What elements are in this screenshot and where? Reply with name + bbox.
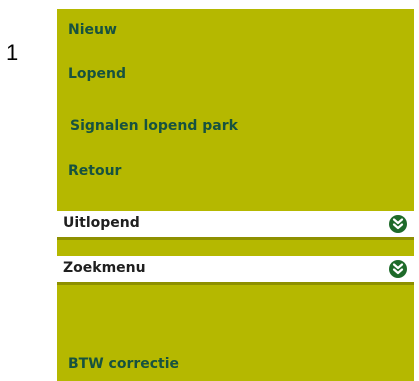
double-chevron-down-icon[interactable] — [389, 215, 407, 233]
divider — [57, 237, 414, 240]
side-menu — [57, 9, 414, 381]
page: 1 Nieuw Lopend Signalen lopend park Reto… — [0, 0, 419, 381]
divider — [57, 282, 414, 285]
section-zoekmenu[interactable]: Zoekmenu — [57, 256, 414, 282]
section-uitlopend-label: Uitlopend — [63, 215, 140, 231]
menu-item-signalen-lopend-park[interactable]: Signalen lopend park — [70, 118, 238, 134]
double-chevron-down-icon[interactable] — [389, 260, 407, 278]
section-uitlopend[interactable]: Uitlopend — [57, 211, 414, 237]
menu-item-lopend[interactable]: Lopend — [68, 66, 126, 82]
menu-item-retour[interactable]: Retour — [68, 163, 121, 179]
step-number: 1 — [6, 40, 19, 65]
section-zoekmenu-label: Zoekmenu — [63, 260, 146, 276]
menu-item-btw-correctie[interactable]: BTW correctie — [68, 356, 179, 372]
menu-item-nieuw[interactable]: Nieuw — [68, 22, 117, 38]
